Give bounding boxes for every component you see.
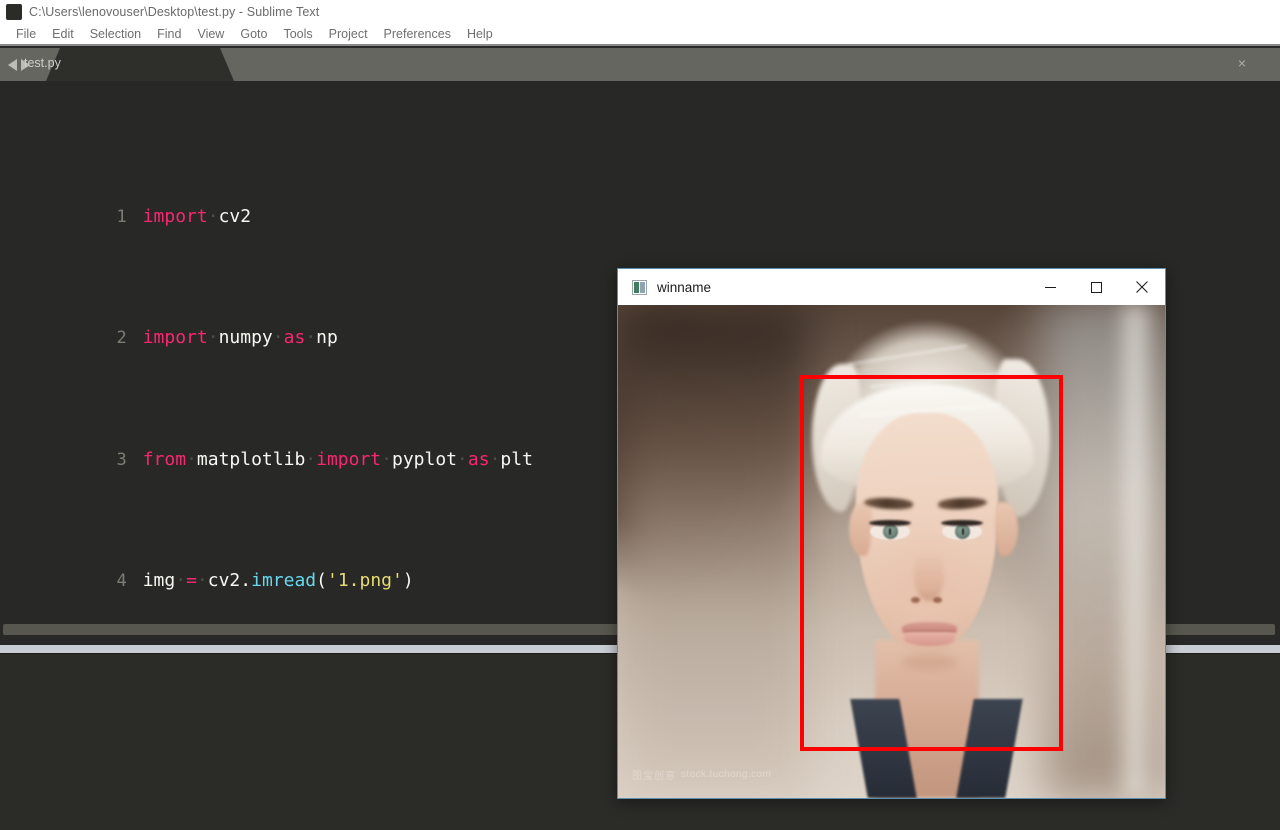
close-icon[interactable]: × <box>1238 55 1246 71</box>
opencv-window-icon <box>632 279 647 295</box>
menu-item-view[interactable]: View <box>189 24 232 44</box>
menu-item-preferences[interactable]: Preferences <box>376 24 459 44</box>
menu-item-selection[interactable]: Selection <box>82 24 149 44</box>
window-title: C:\Users\lenovouser\Desktop\test.py - Su… <box>29 5 320 19</box>
sublime-text-window: C:\Users\lenovouser\Desktop\test.py - Su… <box>0 0 1280 830</box>
line-number: 3 <box>116 449 127 470</box>
sublime-text-logo-icon <box>6 4 22 20</box>
maximize-button[interactable] <box>1073 269 1119 305</box>
line-text: import·cv2 <box>142 206 252 228</box>
code-line: 1 import·cv2 <box>0 172 1280 227</box>
image-watermark: 图宝创意 stock.tuchong.com <box>632 767 771 782</box>
menu-item-goto[interactable]: Goto <box>232 24 275 44</box>
tab-strip: test.py × <box>0 48 1280 81</box>
photo-background-pillar <box>1115 305 1155 798</box>
watermark-text: stock.tuchong.com <box>681 769 772 780</box>
line-number: 2 <box>116 328 127 349</box>
photo-background-left <box>618 305 810 798</box>
opencv-window-controls <box>1027 269 1165 305</box>
close-button[interactable] <box>1119 269 1165 305</box>
face-detection-rectangle <box>799 375 1064 751</box>
chevron-left-icon[interactable] <box>8 58 17 71</box>
opencv-window-title: winname <box>657 279 712 295</box>
tab-label: test.py <box>24 56 61 70</box>
opencv-window[interactable]: winname 图宝创意 stock.tuchong.com <box>617 268 1166 799</box>
opencv-image-canvas: 图宝创意 stock.tuchong.com <box>618 305 1165 798</box>
menu-item-find[interactable]: Find <box>149 24 189 44</box>
watermark-glyphs: 图宝创意 <box>632 771 676 782</box>
menu-item-tools[interactable]: Tools <box>275 24 320 44</box>
menu-item-project[interactable]: Project <box>321 24 376 44</box>
line-text: img·=·cv2.imread('1.png') <box>142 569 414 591</box>
menu-item-file[interactable]: File <box>8 24 44 44</box>
line-text: from·matplotlib·import·pyplot·as·plt <box>142 448 533 470</box>
window-titlebar: C:\Users\lenovouser\Desktop\test.py - Su… <box>0 0 1280 24</box>
menubar: File Edit Selection Find View Goto Tools… <box>0 24 1280 46</box>
menu-item-help[interactable]: Help <box>459 24 501 44</box>
line-number: 4 <box>116 570 127 591</box>
opencv-titlebar[interactable]: winname <box>618 269 1165 305</box>
tab-test-py[interactable] <box>46 48 234 81</box>
minimize-button[interactable] <box>1027 269 1073 305</box>
menu-item-edit[interactable]: Edit <box>44 24 82 44</box>
line-text: import·numpy·as·np <box>142 327 338 349</box>
line-number: 1 <box>116 207 127 228</box>
